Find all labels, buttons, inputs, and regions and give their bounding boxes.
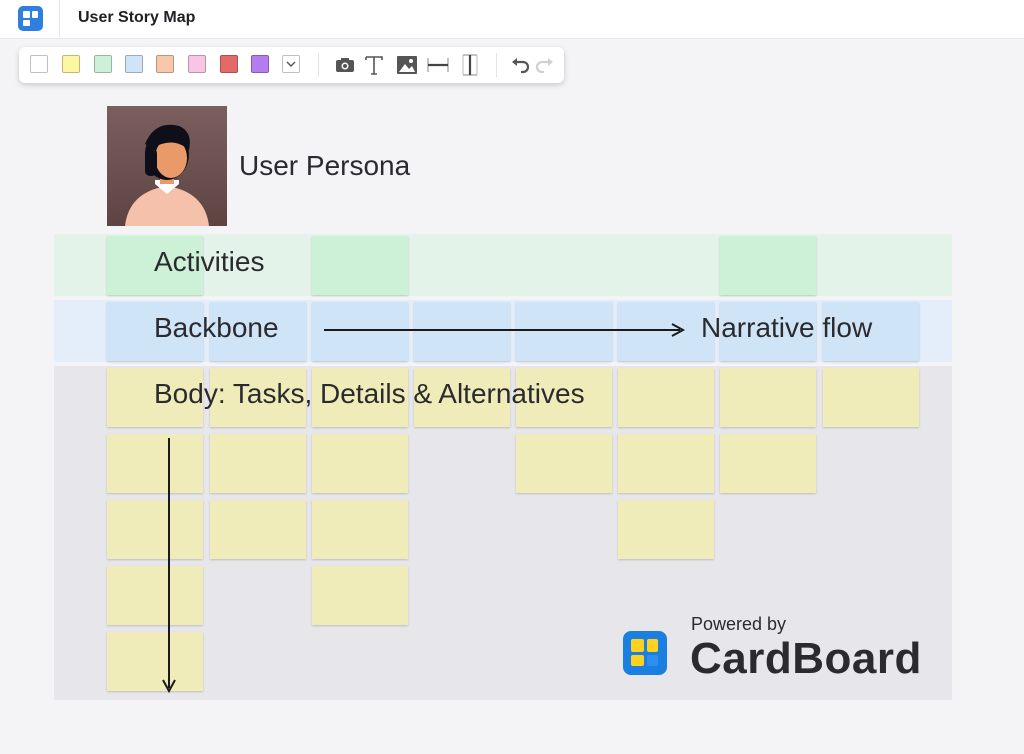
priority-arrow: [162, 438, 176, 694]
brand-name: CardBoard: [690, 634, 922, 683]
narrative-flow-arrow: [324, 323, 686, 337]
cardboard-logo-icon: [623, 631, 667, 675]
powered-by-text: Powered by: [691, 614, 787, 634]
